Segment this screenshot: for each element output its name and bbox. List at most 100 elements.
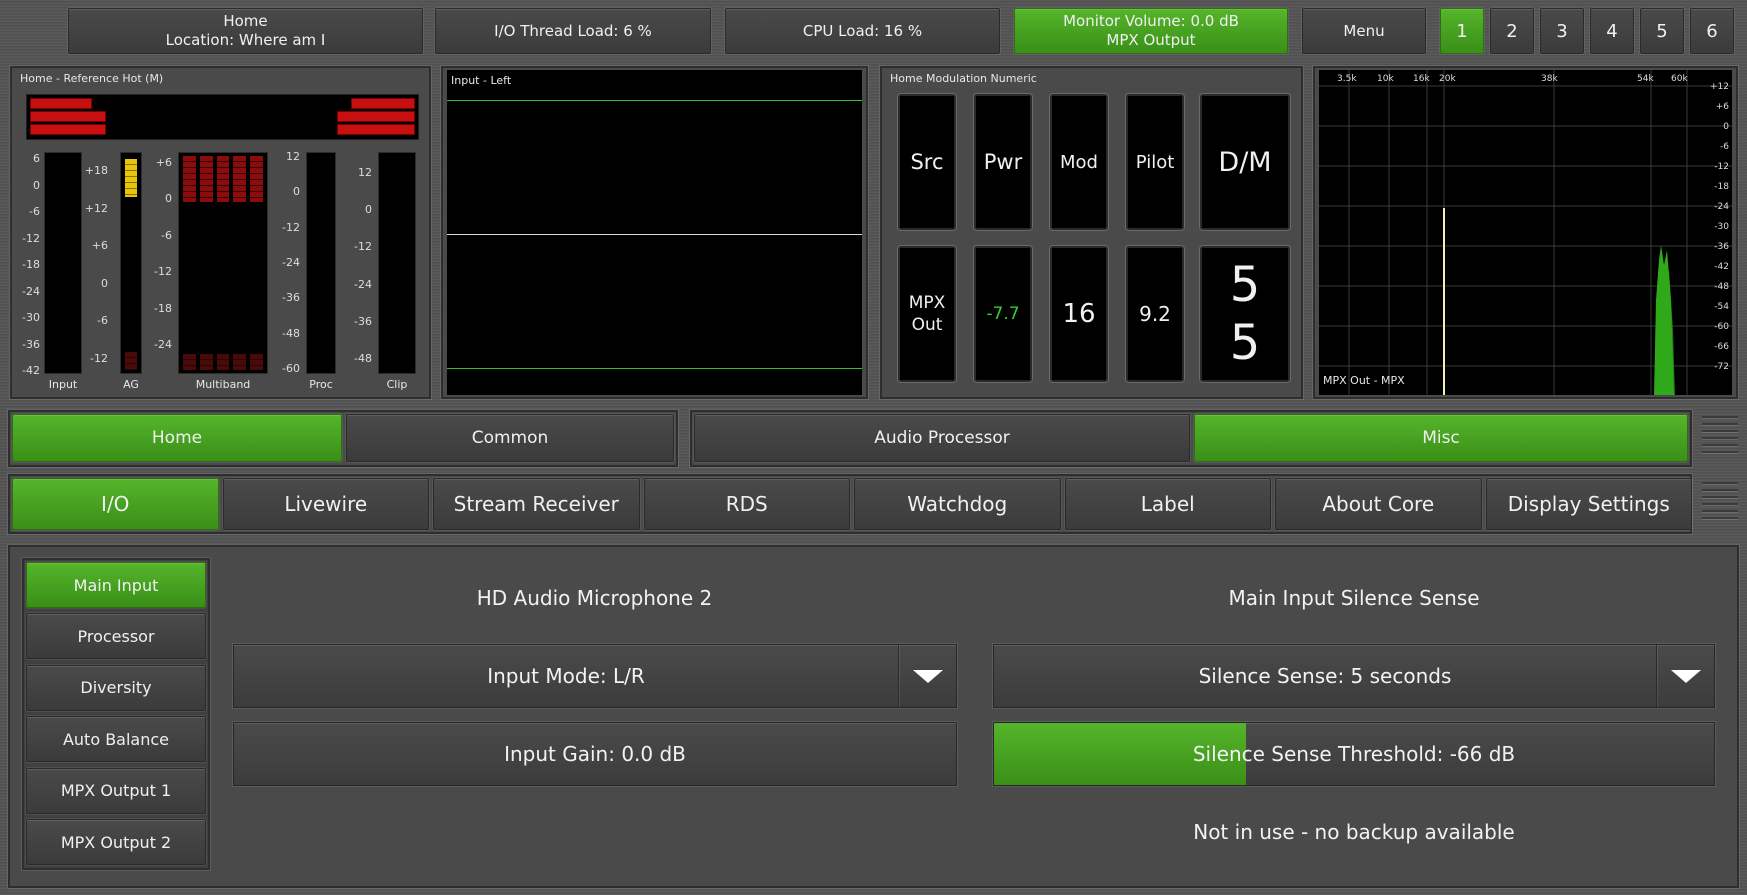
spectrum-db-label: -54 [1714, 302, 1729, 312]
input-mode-dropdown-arrow[interactable] [898, 645, 956, 707]
src-header: Src [898, 94, 956, 230]
preset-buttons: 123456 [1440, 8, 1738, 54]
secondary-nav-scroll-handle[interactable] [1702, 482, 1738, 524]
silence-threshold-slider[interactable]: Silence Sense Threshold: -66 dB [993, 722, 1715, 786]
silence-sense-value: Silence Sense: 5 seconds [1198, 664, 1452, 688]
nav-audio-processor[interactable]: Audio Processor [694, 414, 1190, 462]
preset-button-4[interactable]: 4 [1590, 8, 1634, 54]
ag-scale-tick: -12 [90, 352, 108, 365]
spectrum-db-label: -24 [1714, 202, 1729, 212]
mb-scale-tick: -18 [154, 301, 172, 315]
silence-sense-dropdown-arrow[interactable] [1656, 645, 1714, 707]
pilot-value: 9.2 [1126, 246, 1184, 382]
proc-meter-label: Proc [309, 378, 333, 391]
spectrum-db-label: -66 [1714, 342, 1729, 352]
multiband-meter-label: Multiband [195, 378, 251, 391]
spectrum-freq-label: 38k [1541, 74, 1558, 84]
spectrum-freq-label: 20k [1439, 74, 1456, 84]
meters-panel-title: Home - Reference Hot (M) [20, 72, 164, 85]
preset-button-2[interactable]: 2 [1490, 8, 1534, 54]
monitor-volume-button[interactable]: Monitor Volume: 0.0 dB MPX Output [1014, 8, 1288, 54]
monitor-volume-text: Monitor Volume: 0.0 dB [1063, 12, 1239, 30]
input-scale-tick: -18 [22, 258, 40, 271]
input-meter-label: Input [48, 378, 78, 391]
silence-sense-select[interactable]: Silence Sense: 5 seconds [993, 644, 1715, 708]
backup-status-text: Not in use - no backup available [1193, 820, 1515, 844]
mod-header: Mod [1050, 94, 1108, 230]
sidebar-item-auto-balance[interactable]: Auto Balance [26, 716, 206, 763]
numeric-panel-title: Home Modulation Numeric [890, 72, 1037, 85]
preset-button-5[interactable]: 5 [1640, 8, 1684, 54]
menu-label: Menu [1343, 21, 1385, 40]
mb-scale-tick: -24 [154, 338, 172, 351]
input-mode-select[interactable]: Input Mode: L/R [233, 644, 957, 708]
primary-nav-scroll-handle[interactable] [1702, 416, 1738, 458]
nav-common[interactable]: Common [346, 414, 674, 462]
nav-misc[interactable]: Misc [1194, 414, 1688, 462]
tab-watchdog[interactable]: Watchdog [854, 478, 1061, 530]
spectrum-db-label: 0 [1723, 122, 1729, 132]
pilot-header: Pilot [1126, 94, 1184, 230]
clip-scale-tick: 0 [365, 203, 372, 217]
tab-rds[interactable]: RDS [643, 478, 850, 530]
input-scale-tick: 0 [33, 178, 40, 192]
input-gain-value: Input Gain: 0.0 dB [504, 742, 686, 766]
mb-scale-tick: -6 [161, 228, 172, 242]
menu-button[interactable]: Menu [1302, 8, 1426, 54]
scope-display: Input - Left [447, 70, 862, 395]
preset-button-3[interactable]: 3 [1540, 8, 1584, 54]
nav-home[interactable]: Home [12, 414, 342, 462]
silence-sense-title: Main Input Silence Sense [1228, 586, 1480, 610]
chevron-down-icon [912, 669, 943, 683]
scope-panel-title: Input - Left [451, 74, 512, 87]
dm-value-bottom: 5 [1229, 315, 1261, 371]
tab-stream-receiver[interactable]: Stream Receiver [433, 478, 640, 530]
input-scale-tick: -42 [22, 364, 40, 377]
dm-header: D/M [1200, 94, 1290, 230]
sidebar-item-diversity[interactable]: Diversity [26, 664, 206, 711]
silence-threshold-value: Silence Sense Threshold: -66 dB [1192, 742, 1516, 766]
spectrum-db-label: +12 [1710, 82, 1729, 92]
proc-scale-tick: 12 [286, 150, 300, 163]
sidebar-item-mpx-output-2[interactable]: MPX Output 2 [26, 819, 206, 865]
spectrum-db-label: -72 [1714, 362, 1729, 372]
spectrum-db-label: -36 [1714, 242, 1729, 252]
dm-value: 5 5 [1200, 246, 1290, 382]
preset-button-6[interactable]: 6 [1690, 8, 1734, 54]
spectrum-db-label: -6 [1720, 142, 1729, 152]
spectrum-freq-label: 16k [1413, 74, 1430, 84]
pwr-value: -7.7 [974, 246, 1032, 382]
sidebar-item-mpx-output-1[interactable]: MPX Output 1 [26, 767, 206, 814]
spectrum-display: MPX Out - MPX 3.5k 10k 16k 20k 38k 54k 60k +12 +… [1319, 70, 1732, 395]
ag-scale-tick: +6 [91, 239, 108, 253]
ag-meter-label: AG [123, 378, 139, 391]
spectrum-graph [1319, 70, 1732, 395]
tab-about-core[interactable]: About Core [1275, 478, 1482, 530]
meters-panel: Home - Reference Hot (M) Input AG Multib… [10, 66, 431, 399]
ag-scale-tick: -6 [97, 314, 108, 328]
home-location-button[interactable]: Home Location: Where am I [68, 8, 423, 54]
io-load-text: I/O Thread Load: 6 % [494, 21, 652, 40]
tab-display-settings[interactable]: Display Settings [1485, 478, 1692, 530]
tab-label[interactable]: Label [1064, 478, 1271, 530]
input-scale-tick: -12 [22, 231, 40, 245]
spectrum-db-label: -60 [1714, 322, 1729, 332]
spectrum-db-label: -12 [1714, 162, 1729, 172]
spectrum-freq-label: 54k [1637, 74, 1654, 84]
ag-scale-tick: +12 [84, 201, 108, 215]
preset-button-1[interactable]: 1 [1440, 8, 1484, 54]
input-scale-tick: -36 [22, 337, 40, 351]
ag-meter [120, 152, 142, 374]
spectrum-db-label: +6 [1715, 102, 1729, 112]
tab-i-o[interactable]: I/O [12, 478, 219, 530]
sidebar-item-main-input[interactable]: Main Input [26, 562, 206, 608]
device-name: HD Audio Microphone 2 [476, 586, 713, 610]
clip-meter [378, 152, 416, 374]
tab-livewire[interactable]: Livewire [222, 478, 429, 530]
spectrum-freq-label: 60k [1671, 74, 1688, 84]
sidebar-item-processor[interactable]: Processor [26, 613, 206, 660]
chevron-down-icon [1670, 669, 1701, 683]
proc-scale-tick: -12 [282, 220, 300, 234]
input-scale-tick: -30 [22, 311, 40, 324]
input-gain-slider[interactable]: Input Gain: 0.0 dB [233, 722, 957, 786]
